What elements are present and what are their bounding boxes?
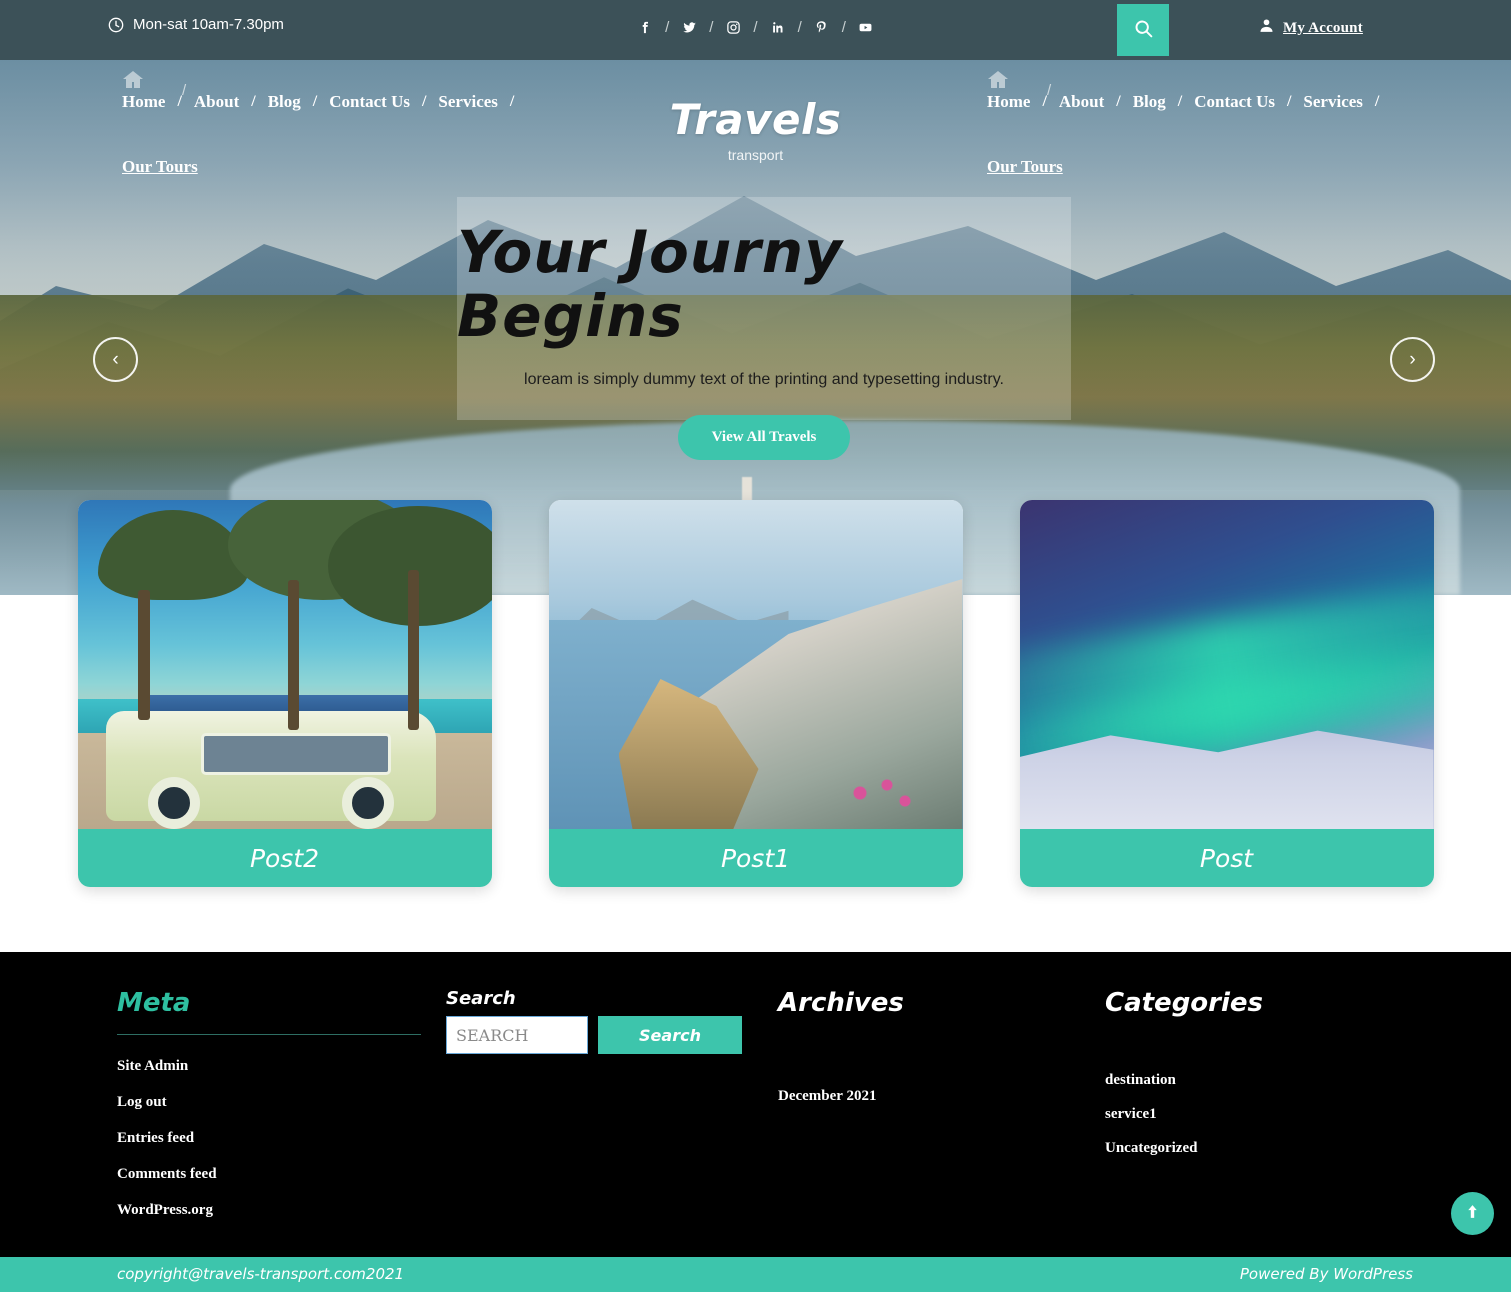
- scroll-to-top-button[interactable]: [1451, 1192, 1494, 1235]
- top-bar-inner: Mon-sat 10am-7.30pm / / / / / My Account: [0, 0, 1511, 60]
- page-root: Mon-sat 10am-7.30pm / / / / / My Account…: [0, 0, 1511, 1292]
- meta-link-log-out[interactable]: Log out: [117, 1094, 167, 1110]
- social-separator: /: [753, 18, 758, 36]
- bottom-bar: copyright@travels-transport.com2021 Powe…: [0, 1257, 1511, 1292]
- top-bar: Mon-sat 10am-7.30pm / / / / / My Account: [0, 0, 1511, 60]
- post-card[interactable]: Post: [1019, 500, 1434, 887]
- footer-widget-search: Search Search: [446, 988, 746, 1054]
- hero-title: Your Journy Begins: [457, 218, 843, 350]
- list-item: Site Admin: [117, 1057, 422, 1075]
- photo-flowers: [832, 773, 923, 813]
- my-account-label: My Account: [1283, 19, 1363, 36]
- post-card-caption: Post1: [548, 829, 963, 887]
- social-separator: /: [797, 18, 802, 36]
- list-item: Comments feed: [117, 1165, 422, 1183]
- archive-item-december-2021[interactable]: December 2021: [778, 1088, 1078, 1105]
- post-card[interactable]: Post1: [548, 500, 963, 887]
- archives-widget-title: Archives: [778, 988, 904, 1018]
- footer-widget-meta: Meta Site Admin Log out Entries feed Com…: [117, 988, 422, 1237]
- list-item: Log out: [117, 1093, 422, 1111]
- list-item: Entries feed: [117, 1129, 422, 1147]
- search-icon: [1133, 18, 1154, 42]
- home-icon[interactable]: [120, 68, 146, 92]
- list-item: WordPress.org: [117, 1201, 422, 1219]
- meta-link-site-admin[interactable]: Site Admin: [117, 1058, 188, 1074]
- powered-by-text: Powered By WordPress: [1239, 1265, 1413, 1283]
- hero-subtitle: loream is simply dummy text of the print…: [524, 370, 1004, 388]
- slider-next-button[interactable]: ›: [1390, 337, 1435, 382]
- post-cards-grid: Post2 Post1 Post: [0, 500, 1511, 890]
- photo-wheel: [147, 777, 200, 829]
- categories-widget-title: Categories: [1105, 988, 1264, 1018]
- twitter-icon[interactable]: [676, 14, 702, 40]
- footer-widgets: Meta Site Admin Log out Entries feed Com…: [0, 952, 1511, 1257]
- photo-van: [105, 711, 436, 829]
- site-title[interactable]: Travels: [0, 95, 1511, 144]
- post-card-caption: Post: [1019, 829, 1434, 887]
- instagram-icon[interactable]: [720, 14, 746, 40]
- post-card-caption: Post2: [77, 829, 492, 887]
- site-branding: Travels transport: [0, 95, 1511, 163]
- categories-spacer: [1105, 1018, 1425, 1072]
- social-separator: /: [665, 18, 670, 36]
- category-item-destination[interactable]: destination: [1105, 1072, 1425, 1089]
- search-form: Search: [446, 1016, 746, 1054]
- santorini-coast-photo: [548, 500, 963, 829]
- meta-widget-title: Meta: [117, 988, 191, 1018]
- photo-wheel: [341, 777, 394, 829]
- my-account-link[interactable]: My Account: [1258, 17, 1363, 39]
- view-all-travels-button[interactable]: View All Travels: [677, 414, 851, 460]
- photo-van-window: [200, 733, 391, 775]
- meta-link-wordpress-org[interactable]: WordPress.org: [117, 1202, 213, 1218]
- slider-prev-button[interactable]: ‹: [93, 337, 138, 382]
- user-icon: [1258, 17, 1275, 39]
- facebook-icon[interactable]: [632, 14, 658, 40]
- photo-palm: [97, 510, 248, 600]
- linkedin-icon[interactable]: [765, 14, 791, 40]
- search-submit-button[interactable]: Search: [598, 1016, 742, 1054]
- meta-widget-list: Site Admin Log out Entries feed Comments…: [117, 1057, 422, 1219]
- footer-widget-categories: Categories destination service1 Uncatego…: [1105, 988, 1425, 1174]
- search-widget-title: Search: [446, 988, 516, 1009]
- youtube-icon[interactable]: [853, 14, 879, 40]
- category-item-service1[interactable]: service1: [1105, 1106, 1425, 1123]
- archives-spacer: [778, 1018, 1078, 1088]
- home-icon[interactable]: [985, 68, 1011, 92]
- photo-palm-trunk: [137, 590, 150, 720]
- chevron-left-icon: ‹: [112, 349, 119, 370]
- copyright-text: copyright@travels-transport.com2021: [117, 1265, 405, 1283]
- meta-link-comments-feed[interactable]: Comments feed: [117, 1166, 217, 1182]
- meta-link-entries-feed[interactable]: Entries feed: [117, 1130, 194, 1146]
- photo-palm-trunk: [407, 570, 419, 730]
- aurora-snow-photo: [1019, 500, 1434, 829]
- search-input[interactable]: [446, 1016, 588, 1054]
- search-button[interactable]: [1117, 4, 1169, 56]
- arrow-up-icon: [1464, 1202, 1481, 1226]
- hero-caption: Your Journy Begins loream is simply dumm…: [457, 197, 1071, 460]
- social-separator: /: [841, 18, 846, 36]
- social-separator: /: [709, 18, 714, 36]
- beach-palms-van-photo: [77, 500, 492, 829]
- footer: Meta Site Admin Log out Entries feed Com…: [0, 952, 1511, 1257]
- site-tagline: transport: [727, 147, 784, 163]
- chevron-right-icon: ›: [1409, 349, 1416, 370]
- category-item-uncategorized[interactable]: Uncategorized: [1105, 1140, 1425, 1157]
- post-card[interactable]: Post2: [77, 500, 492, 887]
- pinterest-icon[interactable]: [809, 14, 835, 40]
- footer-widget-archives: Archives December 2021: [778, 988, 1078, 1122]
- photo-palm-trunk: [287, 580, 299, 730]
- meta-widget-divider: [117, 1034, 421, 1035]
